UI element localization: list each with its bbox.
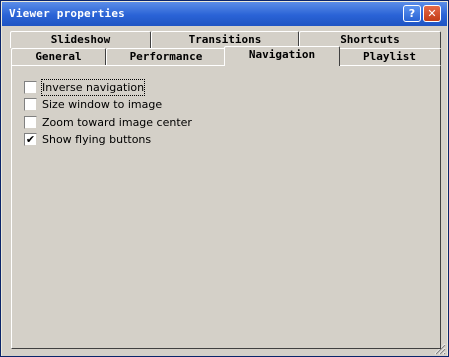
tab-playlist[interactable]: Playlist xyxy=(338,48,441,65)
title-bar[interactable]: Viewer properties ? ✕ xyxy=(2,2,447,26)
tab-general[interactable]: General xyxy=(11,48,106,65)
flying-buttons-label: Show flying buttons xyxy=(42,133,152,146)
flying-buttons-checkbox[interactable]: ✔ xyxy=(24,133,37,146)
tab-performance[interactable]: Performance xyxy=(106,48,226,65)
zoom-center-label: Zoom toward image center xyxy=(42,116,192,129)
tab-navigation[interactable]: Navigation xyxy=(224,46,340,66)
properties-dialog: Viewer properties ? ✕ Slideshow Transiti… xyxy=(0,0,449,357)
window-title: Viewer properties xyxy=(9,7,125,20)
zoom-center-checkbox[interactable] xyxy=(24,116,37,129)
size-window-label: Size window to image xyxy=(42,98,163,111)
navigation-panel: Inverse navigation Size window to image … xyxy=(11,65,441,349)
inverse-navigation-label: Inverse navigation xyxy=(40,79,146,96)
dialog-body: Slideshow Transitions Shortcuts General … xyxy=(2,26,447,356)
close-button[interactable]: ✕ xyxy=(423,5,441,22)
tab-slideshow[interactable]: Slideshow xyxy=(10,31,151,48)
help-button[interactable]: ? xyxy=(403,5,421,22)
size-window-checkbox[interactable] xyxy=(24,98,37,111)
inverse-navigation-checkbox[interactable] xyxy=(24,81,37,94)
